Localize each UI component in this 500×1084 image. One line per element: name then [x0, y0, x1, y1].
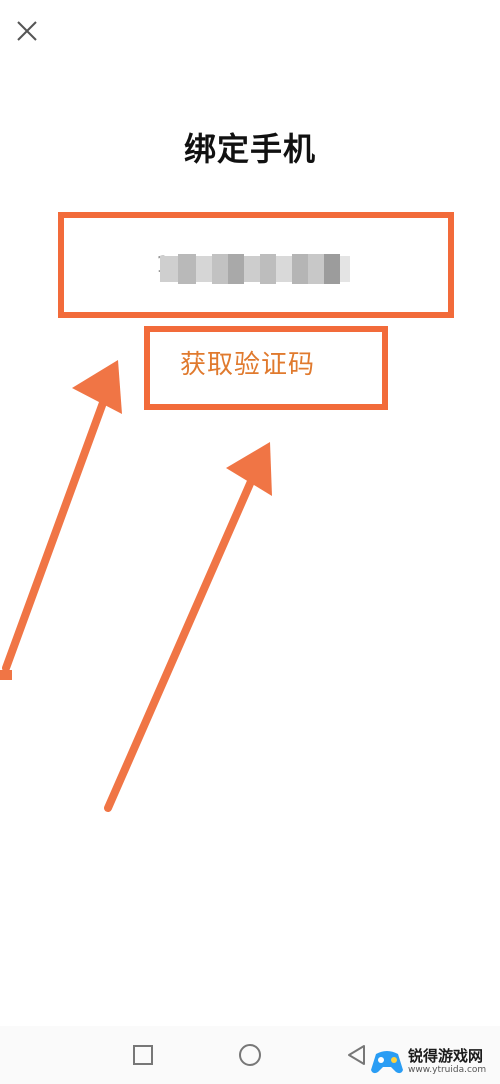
- arrow-to-input: [0, 360, 122, 680]
- triangle-back-icon[interactable]: [344, 1042, 370, 1068]
- annotation-arrows: [0, 360, 272, 812]
- watermark-name: 锐得游戏网: [408, 1047, 484, 1065]
- gamepad-logo-icon: [371, 1051, 403, 1074]
- circle-icon[interactable]: [237, 1042, 263, 1068]
- site-watermark: 锐得游戏网 www.ytruida.com: [370, 1044, 496, 1080]
- square-icon[interactable]: [130, 1042, 156, 1068]
- watermark-url: www.ytruida.com: [408, 1065, 487, 1075]
- arrow-to-code-button: [104, 442, 272, 812]
